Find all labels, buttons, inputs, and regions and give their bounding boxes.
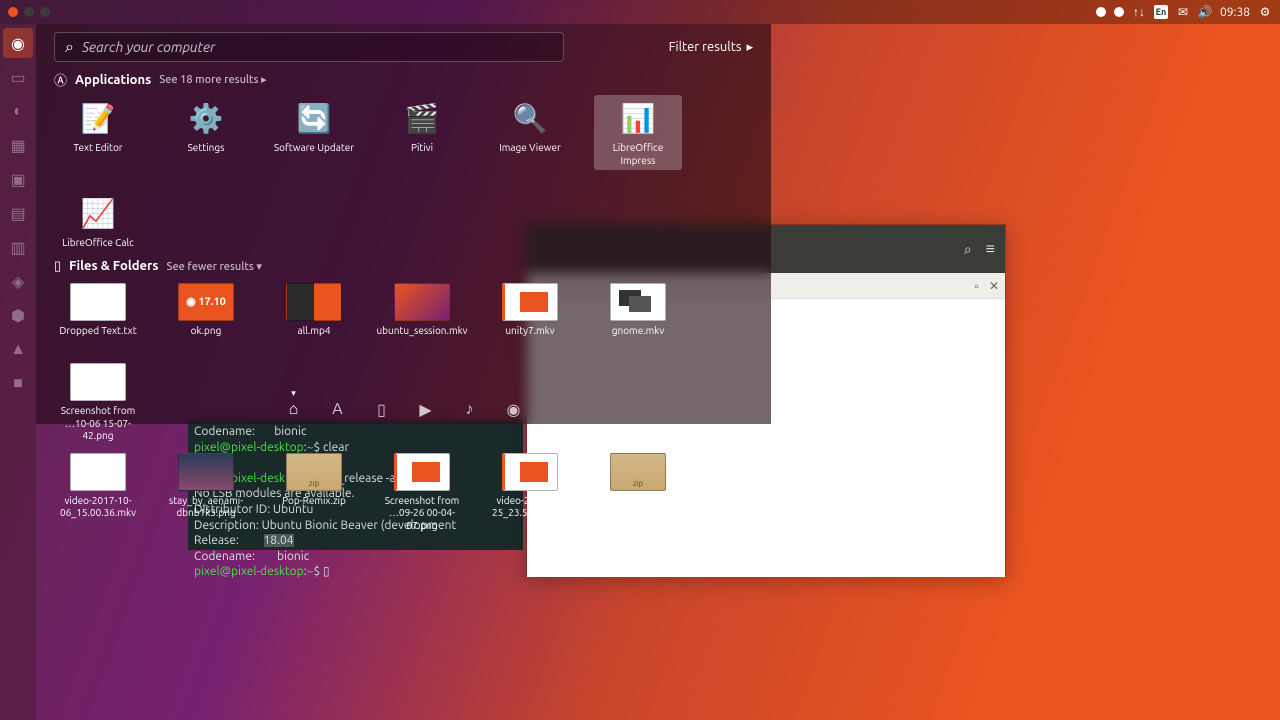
terminal-cursor: ▯ [323, 565, 330, 578]
files-grid-1: Dropped Text.txt ◉ 17.10ok.png all.mp4 u… [54, 280, 753, 446]
applications-grid: 📝Text Editor ⚙️Settings 🔄Software Update… [54, 95, 753, 253]
app-libreoffice-impress[interactable]: 📊LibreOffice Impress [594, 95, 682, 170]
dash-search[interactable]: ⌕ [54, 32, 564, 62]
file-item[interactable]: ubuntu_session.mkv [378, 280, 466, 341]
app-text-editor[interactable]: 📝Text Editor [54, 95, 142, 170]
close-button[interactable] [8, 7, 18, 17]
maximize-button[interactable] [40, 7, 50, 17]
document-icon: ▯ [54, 259, 61, 274]
lens-home-icon[interactable]: ⌂ [285, 400, 303, 418]
launcher-item[interactable]: ▥ [3, 232, 33, 262]
see-more-link[interactable]: See 18 more results ▸ [159, 73, 266, 86]
app-pitivi[interactable]: 🎬Pitivi [378, 95, 466, 170]
app-software-updater[interactable]: 🔄Software Updater [270, 95, 358, 170]
mail-icon[interactable]: ✉ [1176, 5, 1190, 19]
applications-header[interactable]: Ⓐ Applications See 18 more results ▸ [54, 70, 753, 89]
gear-icon[interactable]: ⚙ [1258, 5, 1272, 19]
launcher-item[interactable]: ▤ [3, 198, 33, 228]
search-input[interactable] [82, 39, 553, 55]
launcher-item[interactable]: ◈ [3, 266, 33, 296]
launcher-item[interactable]: ◐ [3, 96, 33, 126]
see-fewer-link[interactable]: See fewer results ▾ [167, 260, 262, 273]
files-header[interactable]: ▯ Files & Folders See fewer results ▾ [54, 259, 753, 274]
system-tray: ↑↓ En ✉ 🔊 09:38 ⚙ [1096, 5, 1272, 19]
lens-photos-icon[interactable]: ◉ [505, 400, 523, 418]
file-item[interactable]: Pop-Remix.zip [594, 450, 682, 536]
files-grid-2: video-2017-10-06_15.00.36.mkv stay_by_ae… [54, 450, 753, 536]
top-menu-bar: ↑↓ En ✉ 🔊 09:38 ⚙ [0, 0, 1280, 24]
file-item[interactable]: video-2017-09-25_23.57.25.mkv [486, 450, 574, 536]
minimize-button[interactable] [24, 7, 34, 17]
file-item[interactable]: ◉ 17.10ok.png [162, 280, 250, 341]
maximize-icon[interactable]: ▫ [975, 279, 979, 293]
keyboard-lang-indicator[interactable]: En [1154, 5, 1168, 19]
app-libreoffice-calc[interactable]: 📈LibreOffice Calc [54, 190, 142, 253]
launcher-item[interactable]: ▭ [3, 62, 33, 92]
network-icon[interactable]: ↑↓ [1132, 5, 1146, 19]
launcher-item[interactable]: ▦ [3, 130, 33, 160]
file-item[interactable]: stay_by_aenami-dbnb1k3.png [162, 450, 250, 536]
lens-bar: ⌂ A ▯ ▶ ♪ ◉ [36, 400, 771, 418]
filter-results-button[interactable]: Filter results▸ [669, 40, 753, 55]
volume-icon[interactable]: 🔊 [1198, 5, 1212, 19]
clock[interactable]: 09:38 [1220, 6, 1250, 19]
search-icon[interactable]: ⌕ [964, 241, 972, 258]
file-item[interactable]: Screenshot from …09-26 00-04-07.png [378, 450, 466, 536]
chevron-right-icon: ▸ [746, 40, 753, 55]
launcher-item[interactable]: ■ [3, 368, 33, 398]
launcher-item[interactable]: ▣ [3, 164, 33, 194]
window-controls [8, 7, 50, 17]
lens-music-icon[interactable]: ♪ [461, 400, 479, 418]
lens-video-icon[interactable]: ▶ [417, 400, 435, 418]
file-item[interactable]: Pop-Remix.zip [270, 450, 358, 536]
search-icon: ⌕ [65, 38, 74, 57]
file-item[interactable]: all.mp4 [270, 280, 358, 341]
app-image-viewer[interactable]: 🔍Image Viewer [486, 95, 574, 170]
apps-icon: Ⓐ [54, 70, 67, 89]
launcher-item[interactable]: ⬢ [3, 300, 33, 330]
lens-apps-icon[interactable]: A [329, 400, 347, 418]
file-item[interactable]: unity7.mkv [486, 280, 574, 341]
indicator-icon[interactable] [1096, 7, 1106, 17]
lens-files-icon[interactable]: ▯ [373, 400, 391, 418]
indicator-icon[interactable] [1114, 7, 1124, 17]
unity-launcher: ◉ ▭ ◐ ▦ ▣ ▤ ▥ ◈ ⬢ ▲ ■ [0, 24, 36, 720]
launcher-item[interactable]: ▲ [3, 334, 33, 364]
close-icon[interactable]: ✕ [989, 279, 999, 293]
file-item[interactable]: video-2017-10-06_15.00.36.mkv [54, 450, 142, 536]
file-item[interactable]: Dropped Text.txt [54, 280, 142, 341]
hamburger-icon[interactable]: ≡ [986, 240, 995, 259]
unity-dash: ⌕ Filter results▸ Ⓐ Applications See 18 … [36, 24, 771, 424]
app-settings[interactable]: ⚙️Settings [162, 95, 250, 170]
dash-home-icon[interactable]: ◉ [3, 28, 33, 58]
file-item[interactable]: gnome.mkv [594, 280, 682, 341]
